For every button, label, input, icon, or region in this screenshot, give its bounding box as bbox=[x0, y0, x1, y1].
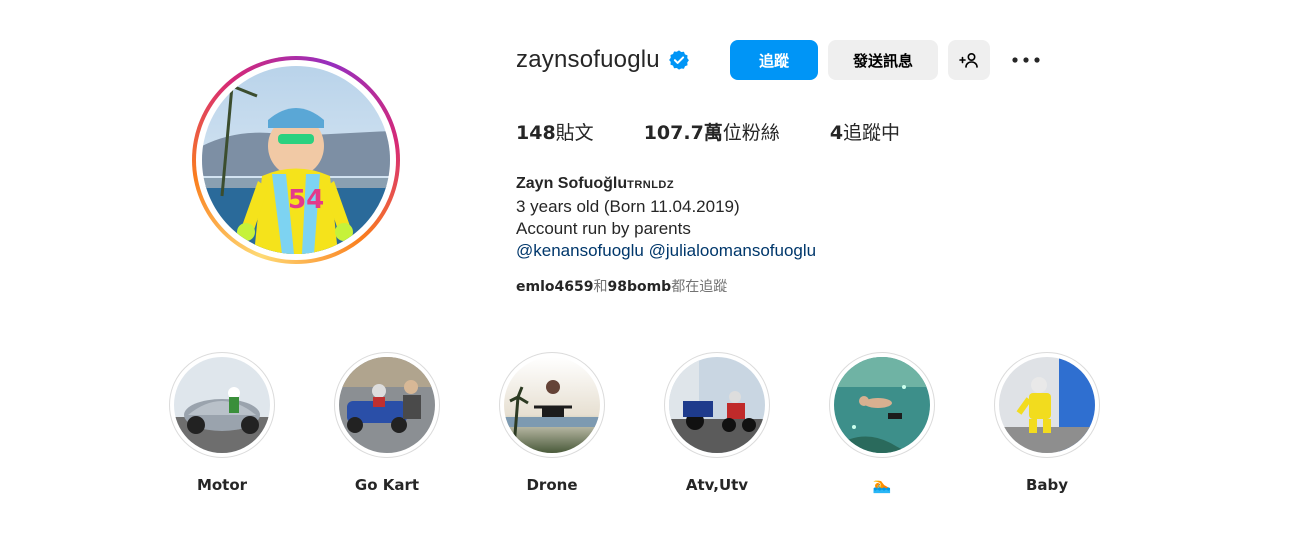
followers-stat[interactable]: 107.7萬位粉絲 bbox=[644, 118, 780, 145]
add-person-icon bbox=[959, 52, 978, 68]
profile-avatar-ring[interactable]: 54 bbox=[192, 56, 400, 264]
highlight-cover bbox=[669, 357, 765, 453]
highlight-cover bbox=[834, 357, 930, 453]
highlight-cover bbox=[174, 357, 270, 453]
highlight-ring bbox=[664, 352, 770, 458]
following-stat[interactable]: 4追蹤中 bbox=[830, 118, 900, 145]
following-label: 追蹤中 bbox=[843, 122, 901, 144]
highlight-ring bbox=[169, 352, 275, 458]
mention-link-julia[interactable]: @julialoomansofuoglu bbox=[649, 241, 817, 260]
avatar-gap: 54 bbox=[196, 60, 396, 260]
pronoun: TRNLDZ bbox=[627, 179, 675, 191]
verified-badge-icon bbox=[668, 50, 689, 70]
bio-line-age: 3 years old (Born 11.04.2019) bbox=[516, 197, 740, 216]
bio-line-managed: Account run by parents bbox=[516, 219, 691, 238]
send-message-button[interactable]: 發送訊息 bbox=[828, 40, 938, 80]
highlight-ring bbox=[994, 352, 1100, 458]
mention-link-kenan[interactable]: @kenansofuoglu bbox=[516, 241, 644, 260]
highlight-ring bbox=[829, 352, 935, 458]
followed-by-and: 和 bbox=[593, 279, 608, 295]
highlight-ring bbox=[334, 352, 440, 458]
highlight-atv-utv[interactable]: Atv,Utv bbox=[662, 352, 772, 494]
highlight-cover bbox=[504, 357, 600, 453]
highlight-motor[interactable]: Motor bbox=[167, 352, 277, 494]
avatar[interactable]: 54 bbox=[202, 66, 390, 254]
highlight-cover bbox=[999, 357, 1095, 453]
highlight-drone[interactable]: Drone bbox=[497, 352, 607, 494]
highlight-label: Drone bbox=[526, 476, 578, 494]
follow-button[interactable]: 追蹤 bbox=[730, 40, 818, 80]
highlight-label: Baby bbox=[1025, 476, 1069, 494]
profile-bio: Zayn SofuoğluTRNLDZ 3 years old (Born 11… bbox=[516, 172, 816, 262]
followers-label: 位粉絲 bbox=[722, 122, 780, 144]
posts-count: 148 bbox=[516, 122, 556, 144]
posts-label: 貼文 bbox=[555, 122, 594, 144]
following-count: 4 bbox=[829, 122, 844, 144]
posts-stat: 148貼文 bbox=[516, 118, 594, 145]
followed-by-user1: emlo4659 bbox=[516, 279, 594, 295]
profile-stats: 148貼文 107.7萬位粉絲 4追蹤中 bbox=[516, 118, 950, 145]
followed-by[interactable]: emlo4659和98bomb都在追蹤 bbox=[516, 276, 727, 296]
followers-count: 107.7萬 bbox=[643, 122, 723, 144]
avatar-photo: 54 bbox=[202, 66, 390, 254]
full-name: Zayn Sofuoğlu bbox=[516, 175, 628, 192]
highlight-label: Go Kart bbox=[354, 476, 420, 494]
highlight-swimming[interactable]: 🏊 bbox=[827, 352, 937, 494]
username: zaynsofuoglu bbox=[516, 46, 660, 73]
highlight-go-kart[interactable]: Go Kart bbox=[332, 352, 442, 494]
svg-text:54: 54 bbox=[288, 185, 324, 215]
profile-header: zaynsofuoglu bbox=[516, 40, 690, 80]
more-options-icon bbox=[1012, 57, 1040, 63]
more-options-button[interactable] bbox=[1006, 40, 1046, 80]
followed-by-user2: 98bomb bbox=[607, 279, 672, 295]
highlight-label: Atv,Utv bbox=[685, 476, 749, 494]
highlight-label: 🏊 bbox=[872, 476, 892, 494]
followed-by-suffix: 都在追蹤 bbox=[671, 279, 728, 295]
suggested-accounts-button[interactable] bbox=[948, 40, 990, 80]
highlight-cover bbox=[339, 357, 435, 453]
highlight-baby[interactable]: Baby bbox=[992, 352, 1102, 494]
highlight-ring bbox=[499, 352, 605, 458]
highlight-label: Motor bbox=[196, 476, 248, 494]
